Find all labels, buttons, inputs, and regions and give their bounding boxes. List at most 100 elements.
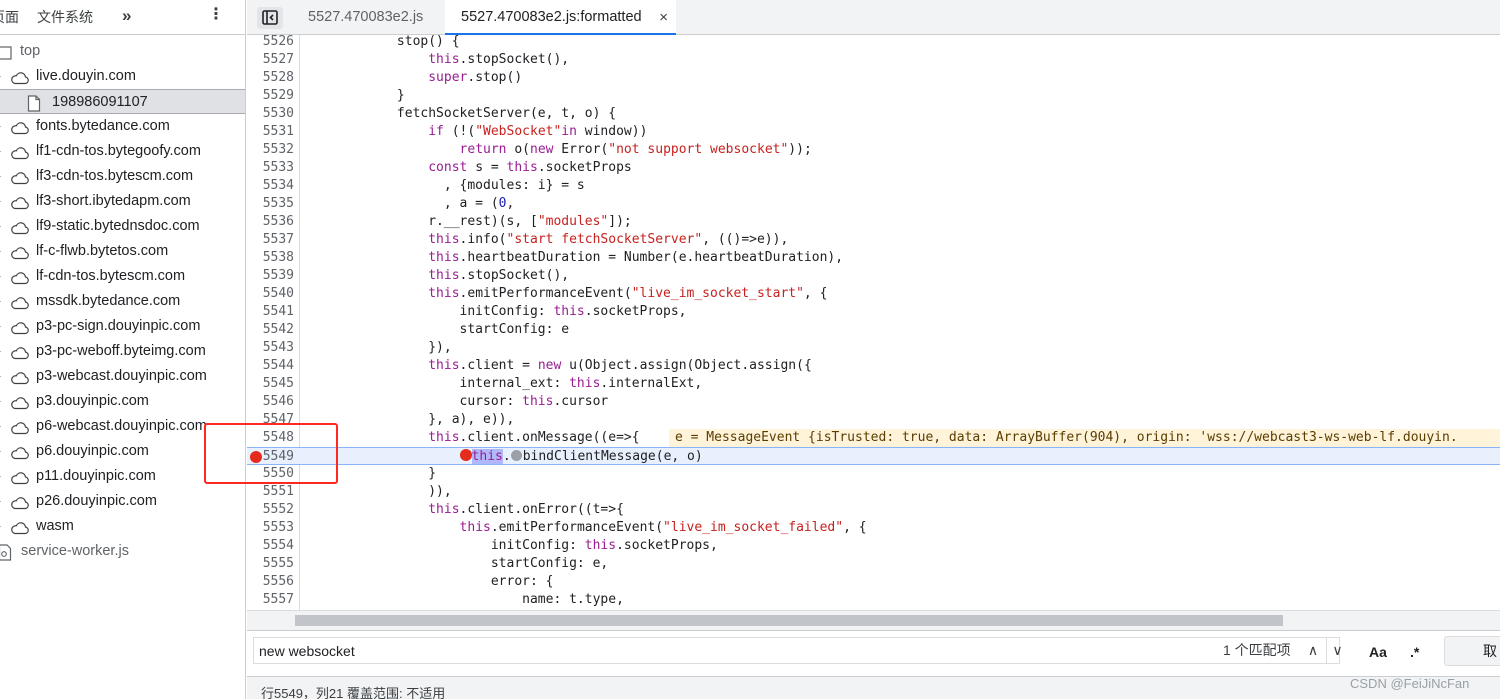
code-line[interactable]: 5539 this.stopSocket(), — [247, 267, 1500, 285]
tree-item[interactable]: ▸ lf1-cdn-tos.bytegoofy.com — [0, 139, 245, 164]
tree-item[interactable]: ▸ wasm — [0, 514, 245, 539]
tree-item[interactable]: ▸ lf3-cdn-tos.bytescm.com — [0, 164, 245, 189]
paused-code-line[interactable]: 5549 this. bindClientMessage(e, o) — [247, 447, 1500, 465]
line-number[interactable]: 5536 — [247, 213, 294, 231]
line-number[interactable]: 5539 — [247, 267, 294, 285]
code-line[interactable]: 5551 )), — [247, 483, 1500, 501]
tree-item[interactable]: service-worker.js — [0, 539, 245, 564]
code-line[interactable]: 5541 initConfig: this.socketProps, — [247, 303, 1500, 321]
search-input[interactable] — [253, 637, 1340, 664]
tree-item[interactable]: ▸ p3-webcast.douyinpic.com — [0, 364, 245, 389]
code-line[interactable]: 5530 fetchSocketServer(e, t, o) { — [247, 105, 1500, 123]
expand-arrow-icon[interactable]: ▸ — [0, 489, 1, 514]
tree-item[interactable]: ▸ lf9-static.bytednsdoc.com — [0, 214, 245, 239]
tab-page[interactable]: 页面 — [0, 0, 19, 34]
line-number[interactable]: 5552 — [247, 501, 294, 519]
code-line[interactable]: 5548 this.client.onMessage((e=>{e = Mess… — [247, 429, 1500, 447]
cancel-button[interactable]: 取消 — [1444, 636, 1500, 666]
more-tabs-icon[interactable]: » — [122, 0, 131, 33]
kebab-menu-icon[interactable]: ⋮ — [208, 0, 225, 32]
expand-arrow-icon[interactable]: ▸ — [0, 414, 1, 439]
line-number[interactable]: 5551 — [247, 483, 294, 501]
expand-arrow-icon[interactable]: ▸ — [0, 364, 1, 389]
code-line[interactable]: 5526 stop() { — [247, 35, 1500, 51]
expand-arrow-icon[interactable]: ▸ — [0, 514, 1, 539]
code-line[interactable]: 5533 const s = this.socketProps — [247, 159, 1500, 177]
line-number[interactable]: 5543 — [247, 339, 294, 357]
code-line[interactable]: 5528 super.stop() — [247, 69, 1500, 87]
expand-arrow-icon[interactable]: ▸ — [0, 464, 1, 489]
tree-item[interactable]: ▸ mssdk.bytedance.com — [0, 289, 245, 314]
line-number[interactable]: 5534 — [247, 177, 294, 195]
expand-arrow-icon[interactable]: ▸ — [0, 189, 1, 214]
expand-arrow-icon[interactable]: ▸ — [0, 114, 1, 139]
line-number[interactable]: 5544 — [247, 357, 294, 375]
line-number[interactable]: 5545 — [247, 375, 294, 393]
expand-arrow-icon[interactable]: ▸ — [0, 339, 1, 364]
scrollbar-thumb[interactable] — [295, 615, 1283, 626]
code-line[interactable]: 5527 this.stopSocket(), — [247, 51, 1500, 69]
line-number[interactable]: 5542 — [247, 321, 294, 339]
toggle-navigator-icon[interactable] — [257, 7, 283, 29]
line-number[interactable]: 5541 — [247, 303, 294, 321]
code-line[interactable]: 5556 error: { — [247, 573, 1500, 591]
code-line[interactable]: 5552 this.client.onError((t=>{ — [247, 501, 1500, 519]
line-number[interactable]: 5556 — [247, 573, 294, 591]
expand-arrow-icon[interactable]: ▸ — [0, 264, 1, 289]
expand-arrow-icon[interactable]: ▸ — [0, 389, 1, 414]
tree-item[interactable]: ▸ lf-cdn-tos.bytescm.com — [0, 264, 245, 289]
tree-item[interactable]: ▸ fonts.bytedance.com — [0, 114, 245, 139]
next-match-icon[interactable]: ∨ — [1326, 638, 1348, 663]
line-number[interactable]: 5528 — [247, 69, 294, 87]
line-number[interactable]: 5526 — [247, 35, 294, 51]
code-line[interactable]: 5538 this.heartbeatDuration = Number(e.h… — [247, 249, 1500, 267]
expand-arrow-icon[interactable]: ▸ — [0, 314, 1, 339]
previous-match-icon[interactable]: ∧ — [1302, 638, 1324, 663]
tab-source-file[interactable]: 5527.470083e2.js — [297, 0, 443, 35]
close-icon[interactable]: × — [659, 0, 668, 35]
tree-item[interactable]: ▸ live.douyin.com — [0, 64, 245, 89]
code-line[interactable]: 5555 startConfig: e, — [247, 555, 1500, 573]
expand-arrow-icon[interactable]: ▸ — [0, 64, 1, 89]
tree-item[interactable]: ▸ p3-pc-weboff.byteimg.com — [0, 339, 245, 364]
tree-item[interactable]: ▸ lf3-short.ibytedapm.com — [0, 189, 245, 214]
line-number[interactable]: 5537 — [247, 231, 294, 249]
code-line[interactable]: 5540 this.emitPerformanceEvent("live_im_… — [247, 285, 1500, 303]
line-number[interactable]: 5530 — [247, 105, 294, 123]
tree-item[interactable]: ▸ p3.douyinpic.com — [0, 389, 245, 414]
expand-arrow-icon[interactable]: ▸ — [0, 439, 1, 464]
code-line[interactable]: 5542 startConfig: e — [247, 321, 1500, 339]
code-line[interactable]: 5553 this.emitPerformanceEvent("live_im_… — [247, 519, 1500, 537]
line-number[interactable]: 5529 — [247, 87, 294, 105]
code-line[interactable]: 5554 initConfig: this.socketProps, — [247, 537, 1500, 555]
line-number[interactable]: 5554 — [247, 537, 294, 555]
match-case-button[interactable]: Aa — [1369, 644, 1387, 660]
line-number[interactable]: 5555 — [247, 555, 294, 573]
line-number[interactable]: 5527 — [247, 51, 294, 69]
code-line[interactable]: 5550 } — [247, 465, 1500, 483]
code-line[interactable]: 5543 }), — [247, 339, 1500, 357]
expand-arrow-icon[interactable]: ▸ — [0, 164, 1, 189]
expand-arrow-icon[interactable]: ▸ — [0, 239, 1, 264]
tree-item[interactable]: ▸ p26.douyinpic.com — [0, 489, 245, 514]
expand-arrow-icon[interactable]: ▸ — [0, 214, 1, 239]
line-number[interactable]: 5532 — [247, 141, 294, 159]
code-line[interactable]: 5544 this.client = new u(Object.assign(O… — [247, 357, 1500, 375]
code-line[interactable]: 5535 , a = (0, — [247, 195, 1500, 213]
line-number[interactable]: 5540 — [247, 285, 294, 303]
expand-arrow-icon[interactable]: ▸ — [0, 139, 1, 164]
line-number[interactable]: 5535 — [247, 195, 294, 213]
code-line[interactable]: 5537 this.info("start fetchSocketServer"… — [247, 231, 1500, 249]
tree-item[interactable]: top — [0, 39, 245, 64]
code-line[interactable]: 5532 return o(new Error("not support web… — [247, 141, 1500, 159]
line-number[interactable]: 5557 — [247, 591, 294, 609]
code-line[interactable]: 5534 , {modules: i} = s — [247, 177, 1500, 195]
code-line[interactable]: 5546 cursor: this.cursor — [247, 393, 1500, 411]
line-number[interactable]: 5531 — [247, 123, 294, 141]
line-number[interactable]: 5546 — [247, 393, 294, 411]
code-line[interactable]: 5536 r.__rest)(s, ["modules"]); — [247, 213, 1500, 231]
code-line[interactable]: 5557 name: t.type, — [247, 591, 1500, 609]
code-line[interactable]: 5547 }, a), e)), — [247, 411, 1500, 429]
code-line[interactable]: 5545 internal_ext: this.internalExt, — [247, 375, 1500, 393]
tab-formatted-file[interactable]: 5527.470083e2.js:formatted × — [445, 0, 676, 35]
